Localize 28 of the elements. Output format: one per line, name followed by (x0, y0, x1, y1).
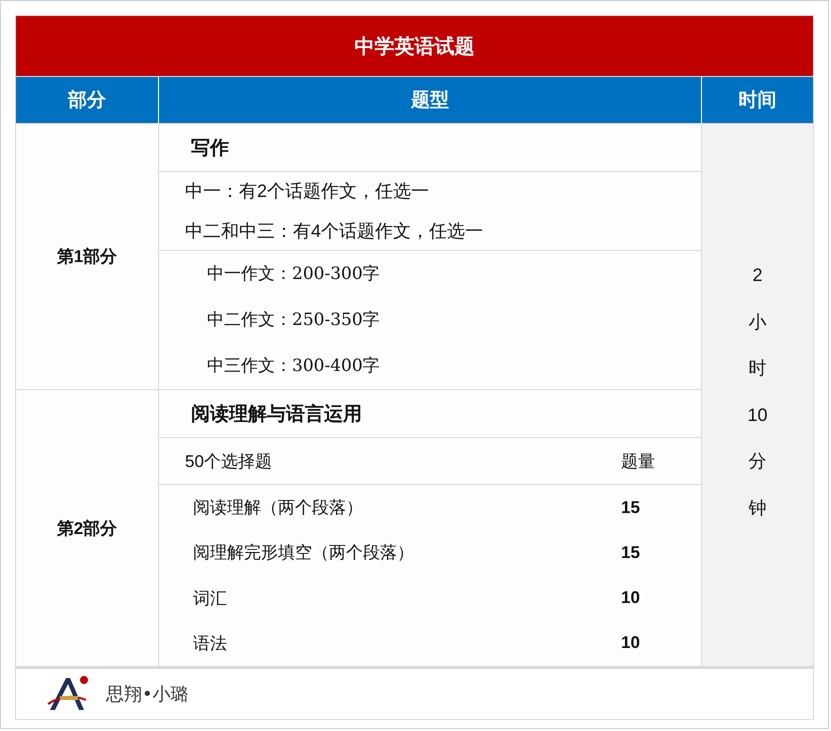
question-type-label: 阅读理解（两个段落） (192, 497, 364, 520)
column-header: 时间 (701, 77, 813, 123)
column-header: 题型 (158, 77, 701, 123)
question-type-label: 语法 (192, 632, 228, 655)
table-title: 中学英语试题 (15, 15, 814, 77)
question-count: 10 (621, 588, 641, 608)
time-text: 时 (748, 357, 766, 380)
requirement-text: 中二和中三：有4个话题作文，任选一 (184, 220, 484, 243)
section-heading: 阅读理解与语言运用 (190, 402, 363, 426)
word-count-text: 中三作文：300-400字 (206, 355, 381, 378)
section-heading: 写作 (190, 136, 230, 160)
question-type-label: 词汇 (192, 588, 228, 610)
requirement-text: 中一：有2个话题作文，任选一 (184, 180, 430, 203)
question-count: 10 (621, 633, 641, 654)
question-group-label: 50个选择题 (184, 450, 273, 472)
count-heading: 题量 (621, 450, 656, 472)
question-type-label: 阅理解完形填空（两个段落） (192, 542, 415, 564)
time-text: 分 (748, 450, 766, 473)
time-text: 小 (748, 310, 766, 334)
brand-name: 思翔•小璐 (106, 683, 189, 706)
question-count: 15 (621, 498, 641, 518)
word-count-text: 中一作文：200-300字 (206, 263, 381, 286)
question-count: 15 (621, 542, 641, 563)
time-text: 钟 (748, 496, 766, 520)
word-count-text: 中二作文：250-350字 (206, 309, 381, 332)
time-text: 10 (747, 404, 768, 426)
column-header: 部分 (16, 77, 158, 123)
time-text: 2 (752, 264, 762, 287)
